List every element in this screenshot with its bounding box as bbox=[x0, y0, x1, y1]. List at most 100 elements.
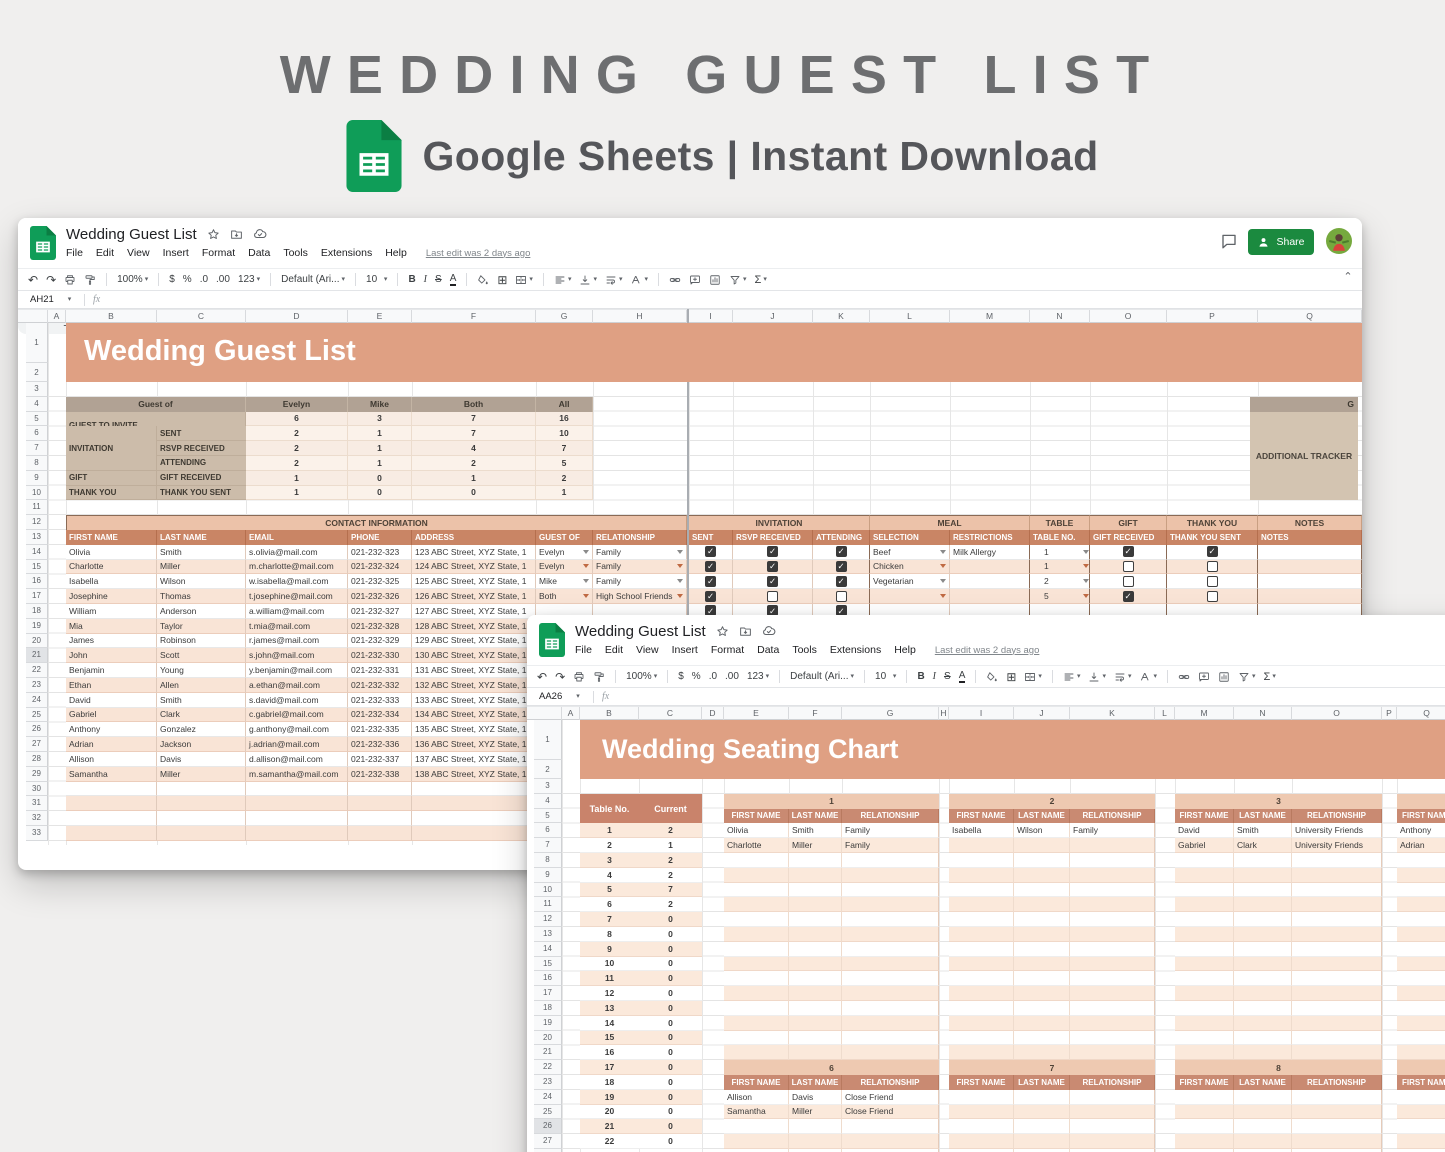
column-header-J[interactable]: J bbox=[1014, 707, 1070, 720]
guest-cell[interactable]: Family bbox=[593, 545, 687, 560]
dropdown-arrow-icon[interactable] bbox=[940, 564, 946, 568]
row-header-33[interactable]: 33 bbox=[26, 826, 48, 841]
move-folder-icon[interactable] bbox=[739, 625, 752, 638]
seat-cell[interactable] bbox=[724, 957, 789, 972]
seat-cell[interactable] bbox=[789, 853, 842, 868]
toolbar-zoom-select-button[interactable]: 100%▾ bbox=[117, 274, 148, 285]
guest-cell[interactable]: y.benjamin@mail.com bbox=[246, 663, 348, 678]
summary-value[interactable]: 2 bbox=[246, 426, 348, 441]
seat-cell[interactable] bbox=[1397, 986, 1445, 1001]
seat-cell[interactable] bbox=[1292, 897, 1382, 912]
dropdown-arrow-icon[interactable] bbox=[677, 594, 683, 598]
menu-insert[interactable]: Insert bbox=[672, 644, 698, 656]
seat-cell[interactable] bbox=[949, 1001, 1014, 1016]
guest-cell[interactable]: Family bbox=[593, 560, 687, 575]
seat-cell[interactable] bbox=[1070, 971, 1155, 986]
summary-header[interactable]: All bbox=[536, 397, 593, 412]
row-header-22[interactable]: 22 bbox=[534, 1060, 562, 1075]
seat-cell[interactable] bbox=[1292, 942, 1382, 957]
seat-cell[interactable] bbox=[1397, 1090, 1445, 1105]
seat-cell[interactable] bbox=[789, 927, 842, 942]
dropdown-arrow-icon[interactable] bbox=[940, 594, 946, 598]
menu-format[interactable]: Format bbox=[202, 247, 235, 259]
checkbox[interactable] bbox=[767, 591, 778, 602]
guest-cell[interactable]: 021-232-335 bbox=[348, 722, 412, 737]
seat-cell[interactable] bbox=[1014, 1119, 1070, 1134]
seat-cell[interactable] bbox=[1014, 942, 1070, 957]
move-folder-icon[interactable] bbox=[230, 228, 243, 241]
seat-cell[interactable] bbox=[1234, 1031, 1292, 1046]
seat-cell[interactable] bbox=[724, 942, 789, 957]
guest-cell[interactable]: ✓ bbox=[733, 545, 813, 560]
seat-table-header[interactable]: RELATIONSHIP bbox=[1292, 1075, 1382, 1090]
seat-cell[interactable] bbox=[789, 868, 842, 883]
seat-cell[interactable] bbox=[789, 1031, 842, 1046]
guest-cell[interactable]: 130 ABC Street, XYZ State, 1 bbox=[412, 648, 536, 663]
guest-cell[interactable]: 021-232-337 bbox=[348, 752, 412, 767]
seat-cell[interactable] bbox=[1292, 868, 1382, 883]
column-header-C[interactable]: C bbox=[639, 707, 702, 720]
row-header-2[interactable]: 2 bbox=[26, 363, 48, 382]
seat-cell[interactable] bbox=[724, 1045, 789, 1060]
row-header-6[interactable]: 6 bbox=[26, 426, 48, 441]
seat-cell[interactable] bbox=[1014, 853, 1070, 868]
checkbox[interactable]: ✓ bbox=[705, 546, 716, 557]
list-current[interactable]: 0 bbox=[639, 1060, 702, 1075]
guest-cell[interactable] bbox=[348, 796, 412, 811]
guest-cell[interactable] bbox=[412, 796, 536, 811]
cloud-status-icon[interactable] bbox=[253, 227, 267, 241]
summary-value[interactable]: 5 bbox=[536, 456, 593, 471]
guest-cell[interactable]: ✓ bbox=[1167, 545, 1258, 560]
seat-cell[interactable] bbox=[789, 986, 842, 1001]
guest-cell[interactable]: 021-232-328 bbox=[348, 619, 412, 634]
guest-cell[interactable]: ✓ bbox=[689, 545, 733, 560]
seat-cell[interactable]: Family bbox=[842, 838, 939, 853]
list-current[interactable]: 2 bbox=[639, 853, 702, 868]
seat-cell[interactable] bbox=[1070, 957, 1155, 972]
dropdown-arrow-icon[interactable] bbox=[1083, 564, 1089, 568]
guest-cell[interactable]: Gonzalez bbox=[157, 722, 246, 737]
column-header-H[interactable]: H bbox=[593, 310, 687, 323]
list-current[interactable]: 0 bbox=[639, 1075, 702, 1090]
row-header-1[interactable]: 1 bbox=[26, 323, 48, 363]
guest-cell[interactable]: William bbox=[66, 604, 157, 619]
seat-cell[interactable] bbox=[1175, 957, 1234, 972]
dropdown-arrow-icon[interactable] bbox=[583, 564, 589, 568]
seat-cell[interactable]: Smith bbox=[789, 823, 842, 838]
seat-cell[interactable] bbox=[842, 912, 939, 927]
guest-cell[interactable] bbox=[66, 782, 157, 797]
seat-cell[interactable] bbox=[1234, 942, 1292, 957]
seat-cell[interactable] bbox=[1292, 1031, 1382, 1046]
seat-cell[interactable] bbox=[949, 912, 1014, 927]
seat-cell[interactable]: Allison bbox=[724, 1090, 789, 1105]
seat-table-header[interactable]: RELATIONSHIP bbox=[1292, 809, 1382, 824]
guest-cell[interactable]: m.charlotte@mail.com bbox=[246, 560, 348, 575]
name-box[interactable]: AA26▾ bbox=[527, 691, 585, 702]
guest-cell[interactable] bbox=[66, 811, 157, 826]
seat-table-header[interactable]: LAST NAME bbox=[1014, 1075, 1070, 1090]
guest-cell[interactable] bbox=[157, 782, 246, 797]
toolbar-functions-button[interactable]: Σ▾ bbox=[755, 274, 767, 286]
guest-cell[interactable]: 124 ABC Street, XYZ State, 1 bbox=[412, 560, 536, 575]
toolbar-fill-color-button[interactable] bbox=[477, 274, 489, 286]
guest-cell[interactable]: 135 ABC Street, XYZ State, 1 bbox=[412, 722, 536, 737]
seat-table-number[interactable]: 9 bbox=[1397, 1060, 1445, 1075]
list-table-no[interactable]: 4 bbox=[580, 868, 639, 883]
row-header-7[interactable]: 7 bbox=[26, 441, 48, 456]
seat-cell[interactable] bbox=[1397, 971, 1445, 986]
row-header-31[interactable]: 31 bbox=[26, 796, 48, 811]
row-header-10[interactable]: 10 bbox=[534, 883, 562, 898]
seat-cell[interactable] bbox=[949, 1119, 1014, 1134]
checkbox[interactable]: ✓ bbox=[836, 576, 847, 587]
row-header-5[interactable]: 5 bbox=[26, 412, 48, 427]
seat-cell[interactable]: David bbox=[1175, 823, 1234, 838]
seat-cell[interactable] bbox=[1070, 1045, 1155, 1060]
list-current[interactable]: 0 bbox=[639, 1119, 702, 1134]
row-header-21[interactable]: 21 bbox=[26, 648, 48, 663]
table-column-header[interactable]: EMAIL bbox=[246, 530, 348, 545]
column-header-D[interactable]: D bbox=[246, 310, 348, 323]
last-edit-link[interactable]: Last edit was 2 days ago bbox=[935, 645, 1040, 656]
menu-extensions[interactable]: Extensions bbox=[830, 644, 881, 656]
last-edit-link[interactable]: Last edit was 2 days ago bbox=[426, 248, 531, 259]
guest-cell[interactable]: Clark bbox=[157, 708, 246, 723]
